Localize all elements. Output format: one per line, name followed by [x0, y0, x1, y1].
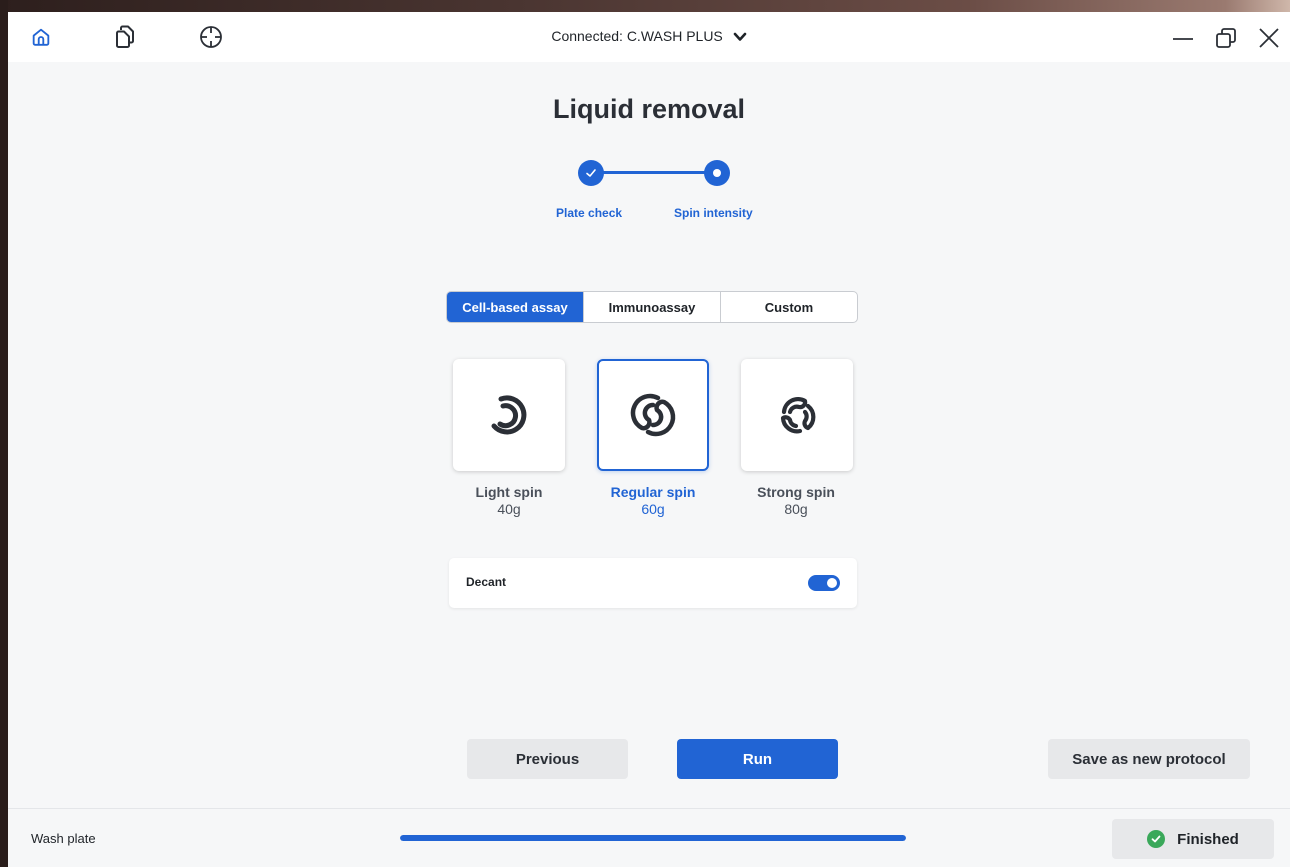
- tab-cell-based-assay[interactable]: Cell-based assay: [447, 292, 583, 322]
- stepper: [578, 160, 730, 186]
- current-step-marker: [713, 169, 721, 177]
- progress-fill: [400, 835, 906, 841]
- decant-toggle[interactable]: [808, 575, 840, 591]
- restore-icon[interactable]: [1211, 23, 1241, 53]
- regular-spin-name: Regular spin: [610, 484, 696, 500]
- title-bar: Connected: C.WASH PLUS: [8, 12, 1290, 62]
- strong-spin-value: 80g: [784, 501, 808, 517]
- success-check-icon: [1147, 830, 1166, 848]
- save-as-new-protocol-button[interactable]: Save as new protocol: [1048, 739, 1250, 779]
- regular-spin-label: Regular spin 60g: [578, 484, 728, 518]
- progress-bar: [400, 835, 906, 841]
- stepper-connector: [600, 171, 712, 174]
- light-spin-name: Light spin: [475, 484, 543, 500]
- step-label-spin-intensity: Spin intensity: [674, 206, 753, 220]
- desktop-edge: [0, 0, 8, 867]
- light-spin-icon: [491, 395, 527, 435]
- regular-spin-icon: [630, 393, 676, 437]
- strong-spin-icon: [780, 397, 816, 434]
- regular-spin-card[interactable]: [597, 359, 709, 471]
- strong-spin-label: Strong spin 80g: [721, 484, 871, 518]
- finished-status-button[interactable]: Finished: [1112, 819, 1274, 859]
- status-bar: Wash plate Finished: [8, 808, 1290, 867]
- connection-status[interactable]: Connected: C.WASH PLUS: [8, 28, 1290, 45]
- check-icon: [586, 169, 596, 177]
- regular-spin-value: 60g: [641, 501, 665, 517]
- assay-type-tabs: Cell-based assay Immunoassay Custom: [446, 291, 858, 323]
- finished-label: Finished: [1177, 830, 1239, 848]
- step-plate-check[interactable]: [578, 160, 604, 186]
- minimize-icon[interactable]: [1168, 23, 1198, 53]
- page-title: Liquid removal: [552, 94, 746, 124]
- step-label-plate-check: Plate check: [556, 206, 623, 220]
- toggle-knob: [827, 578, 837, 588]
- tab-immunoassay[interactable]: Immunoassay: [583, 292, 720, 322]
- task-label: Wash plate: [31, 831, 96, 846]
- light-spin-value: 40g: [497, 501, 521, 517]
- light-spin-label: Light spin 40g: [434, 484, 584, 518]
- step-spin-intensity[interactable]: [704, 160, 730, 186]
- app-window: Connected: C.WASH PLUS Liquid removal Pl…: [8, 12, 1290, 867]
- desktop-background: [0, 0, 1290, 12]
- run-button[interactable]: Run: [677, 739, 838, 779]
- chevron-down-icon[interactable]: [733, 29, 747, 45]
- strong-spin-name: Strong spin: [757, 484, 835, 500]
- strong-spin-card[interactable]: [741, 359, 853, 471]
- previous-button[interactable]: Previous: [467, 739, 628, 779]
- decant-row: Decant: [449, 558, 857, 608]
- decant-label: Decant: [466, 575, 507, 589]
- connection-label: Connected: C.WASH PLUS: [551, 28, 723, 44]
- close-icon[interactable]: [1254, 23, 1284, 53]
- light-spin-card[interactable]: [453, 359, 565, 471]
- tab-custom[interactable]: Custom: [720, 292, 857, 322]
